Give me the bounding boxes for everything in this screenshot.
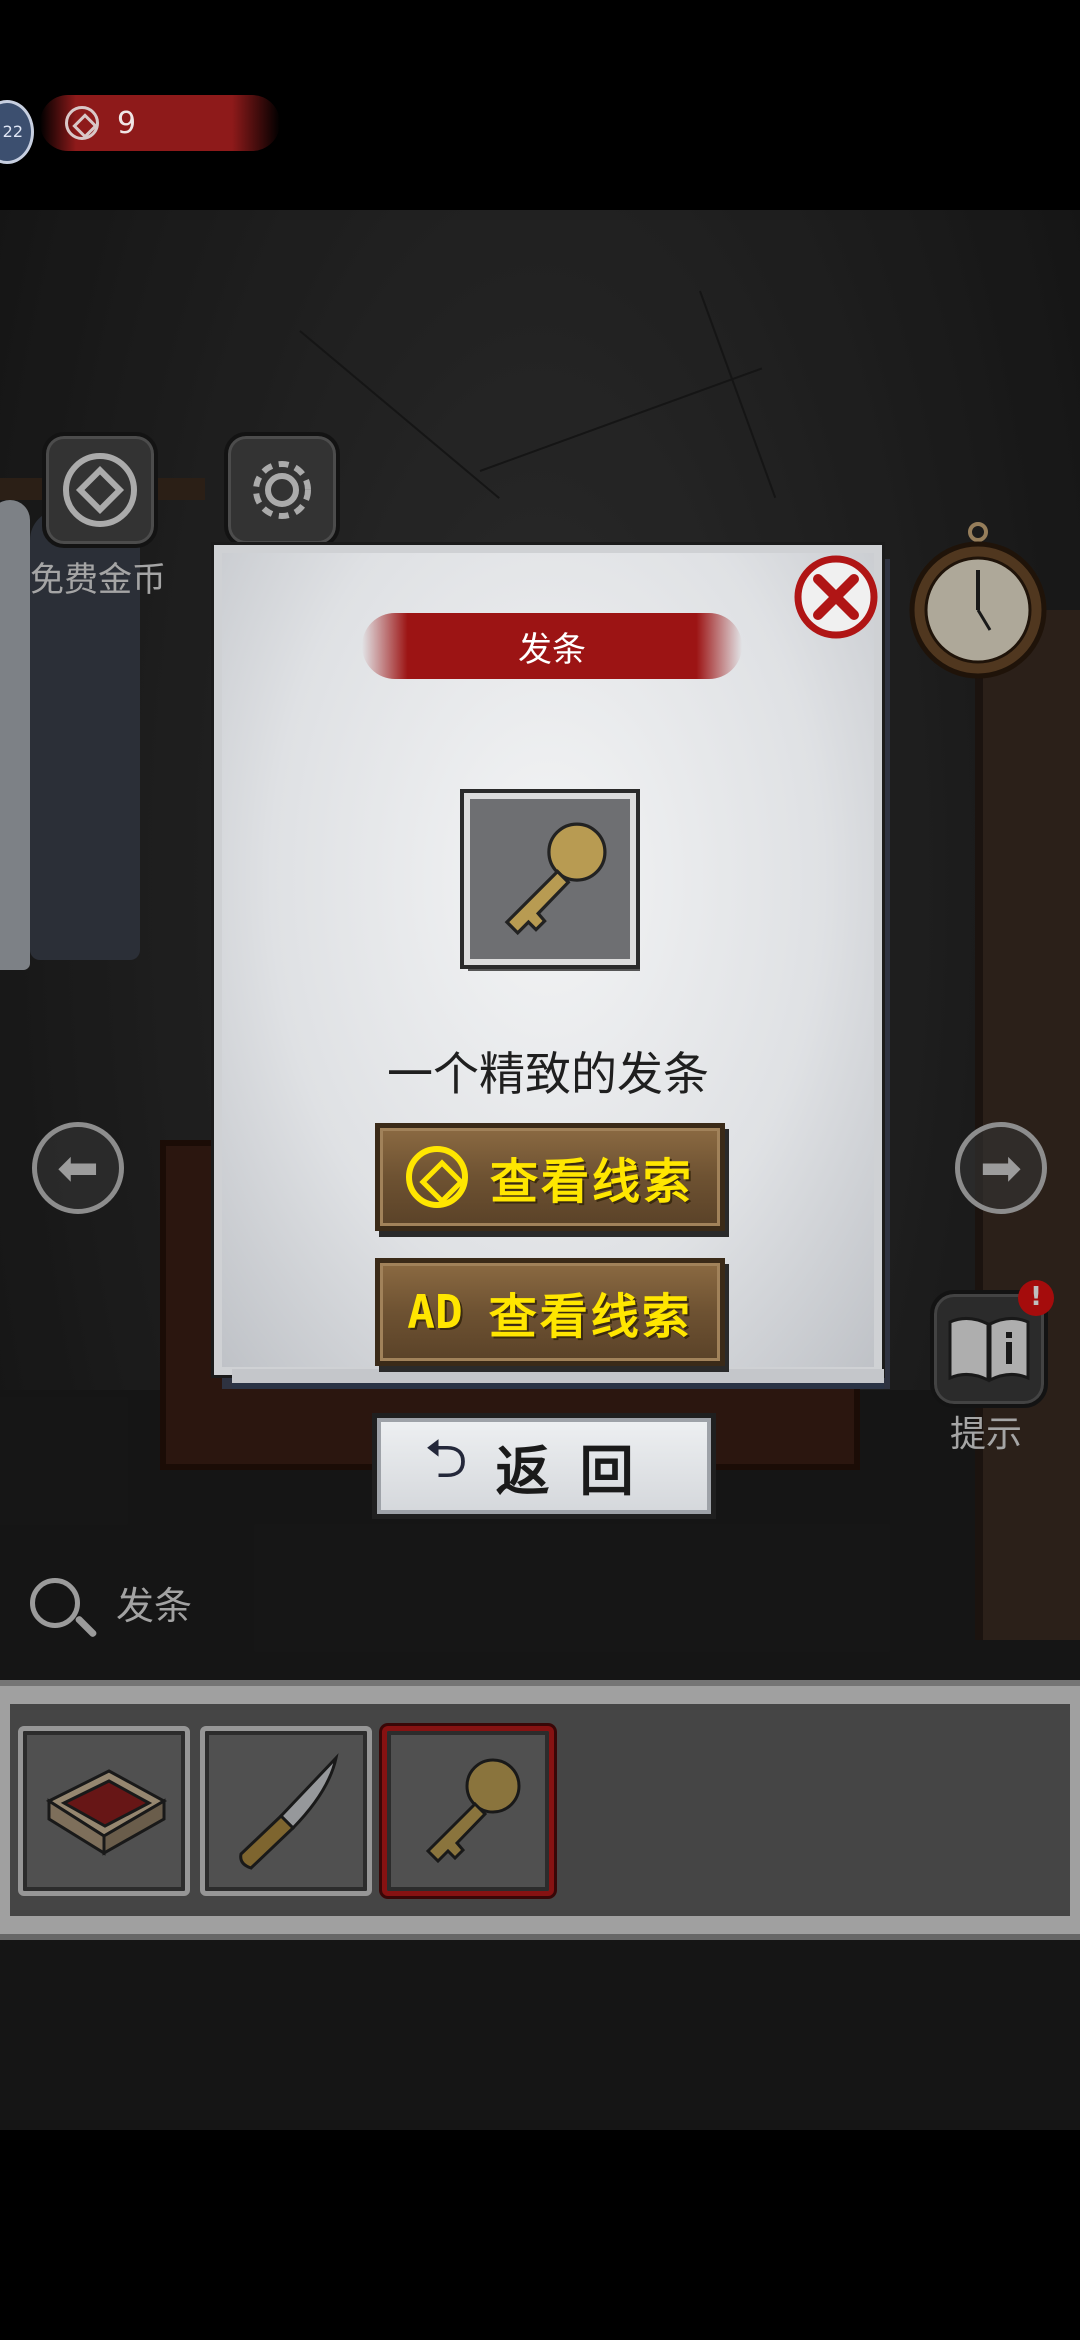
ad-label: AD [407, 1285, 463, 1339]
level-badge: 22 [0, 100, 34, 164]
key-icon [504, 822, 607, 936]
return-button[interactable]: ⮌ 返回 [372, 1413, 716, 1519]
item-dialog: 发条 一个精致的发条 查看线索 AD 查看线索 [214, 545, 884, 1389]
coin-count: 9 [117, 105, 137, 141]
coin-icon [405, 1146, 468, 1208]
back-arrow-icon: ⮌ [424, 1427, 468, 1490]
ad-clue-button[interactable]: AD 查看线索 [375, 1258, 725, 1366]
ad-clue-label: 查看线索 [488, 1289, 693, 1345]
close-icon[interactable] [792, 553, 880, 641]
dialog-paper-shadow [232, 1369, 884, 1389]
return-label: 返回 [495, 1439, 664, 1503]
coin-counter: 9 [40, 95, 280, 151]
coin-clue-label: 查看线索 [489, 1154, 694, 1210]
item-description: 一个精致的发条 [387, 1047, 709, 1101]
dialog-title: 发条 [362, 613, 742, 679]
coin-clue-button[interactable]: 查看线索 [375, 1123, 725, 1231]
coin-icon [65, 106, 99, 140]
item-preview [464, 793, 636, 965]
